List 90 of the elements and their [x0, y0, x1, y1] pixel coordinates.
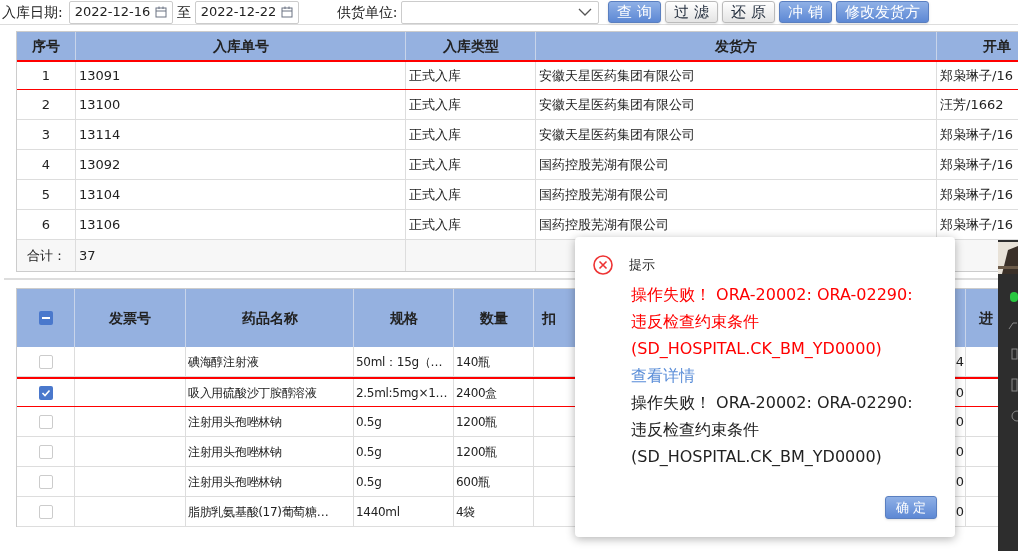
supplier-dropdown[interactable] — [401, 0, 600, 24]
table-cell-text: 0 — [955, 472, 964, 491]
table-cell: 注射用头孢唑林钠 — [186, 407, 354, 436]
table-cell: 13100 — [76, 90, 406, 119]
table-cell: 汪芳/1662 — [937, 90, 1018, 119]
column-header: 药品名称 — [186, 289, 354, 347]
table-cell: 6 — [17, 210, 76, 239]
table-cell: 13106 — [76, 210, 406, 239]
table-cell-text: 0 — [955, 442, 964, 461]
total-label: 合计： — [17, 240, 76, 271]
checkbox[interactable] — [38, 444, 53, 459]
table-cell: 1440ml — [354, 497, 454, 526]
table-cell: 4袋 — [454, 497, 534, 526]
table-cell: 4 — [17, 150, 76, 179]
toolbar-button[interactable]: 过 滤 — [665, 1, 718, 23]
date-field[interactable]: 2022-12-22 — [194, 0, 299, 24]
date-separator: 至 — [176, 2, 191, 22]
table-cell-text: 0 — [955, 412, 964, 431]
table-cell: 正式入库 — [406, 62, 536, 89]
table-cell: 正式入库 — [406, 210, 536, 239]
table-cell: 13092 — [76, 150, 406, 179]
table-cell: 郑枭琳子/16 — [937, 150, 1018, 179]
table-cell: 3 — [17, 120, 76, 149]
table-cell-text: 0 — [955, 383, 964, 402]
checkbox[interactable] — [38, 385, 53, 400]
error-icon — [593, 255, 613, 275]
date-label: 入库日期: — [2, 2, 63, 22]
table-cell: 安徽天星医药集团有限公司 — [536, 62, 937, 89]
table-cell: 2400盒 — [454, 379, 534, 406]
square-icon[interactable] — [1008, 348, 1018, 360]
table-row[interactable]: 1 13091 正式入库 安徽天星医药集团有限公司 郑枭琳子/16 — [17, 60, 1018, 90]
column-header: 入库类型 — [406, 32, 536, 60]
table-cell: 50ml：15g（… — [354, 347, 454, 376]
table-cell: 郑枭琳子/16 — [937, 62, 1018, 89]
table-cell: 注射用头孢唑林钠 — [186, 467, 354, 496]
table-cell: 13104 — [76, 180, 406, 209]
table-row[interactable]: 3 13114 正式入库 安徽天星医药集团有限公司 郑枭琳子/16 — [17, 120, 1018, 150]
table-cell: 13114 — [76, 120, 406, 149]
toolbar-button[interactable]: 还 原 — [722, 1, 775, 23]
table-cell: 140瓶 — [454, 347, 534, 376]
calendar-icon[interactable] — [154, 6, 167, 18]
table-cell: 正式入库 — [406, 90, 536, 119]
table-row[interactable]: 5 13104 正式入库 国药控股芜湖有限公司 郑枭琳子/16 — [17, 180, 1018, 210]
table-cell: 1200瓶 — [454, 407, 534, 436]
chevron-down-icon — [578, 8, 593, 16]
column-header: 开单 — [937, 32, 1018, 60]
check-icon — [40, 387, 51, 398]
table-cell: 2 — [17, 90, 76, 119]
table-cell: 安徽天星医药集团有限公司 — [536, 120, 937, 149]
table-cell: 600瓶 — [454, 467, 534, 496]
calendar-icon[interactable] — [280, 6, 293, 18]
checkbox[interactable] — [38, 504, 53, 519]
table-row[interactable]: 2 13100 正式入库 安徽天星医药集团有限公司 汪芳/1662 — [17, 90, 1018, 120]
column-header: 入库单号 — [76, 32, 406, 60]
table-cell: 国药控股芜湖有限公司 — [536, 150, 937, 179]
table-cell: 吸入用硫酸沙丁胺醇溶液 — [186, 379, 354, 406]
column-header: 规格 — [354, 289, 454, 347]
table-cell: 郑枭琳子/16 — [937, 180, 1018, 209]
total-value: 37 — [76, 240, 406, 271]
table-cell: 2.5ml:5mg×1… — [354, 379, 454, 406]
table-cell: 0.5g — [354, 407, 454, 436]
table-cell-text: 0 — [955, 502, 964, 521]
table-cell: 1200瓶 — [454, 437, 534, 466]
table-cell: 13091 — [76, 62, 406, 89]
table-cell: 正式入库 — [406, 180, 536, 209]
table-cell: 0.5g — [354, 467, 454, 496]
checkbox[interactable] — [38, 354, 53, 369]
supplier-label: 供货单位: — [336, 2, 398, 22]
checkbox[interactable] — [38, 414, 53, 429]
table-cell: 5 — [17, 180, 76, 209]
table-cell: 正式入库 — [406, 120, 536, 149]
table-cell: 1 — [17, 62, 76, 89]
table-row[interactable]: 4 13092 正式入库 国药控股芜湖有限公司 郑枭琳子/16 — [17, 150, 1018, 180]
table-cell: 国药控股芜湖有限公司 — [536, 180, 937, 209]
column-header: 发票号 — [75, 289, 186, 347]
column-header: 序号 — [17, 32, 76, 60]
table-cell: 0.5g — [354, 437, 454, 466]
table-cell: 郑枭琳子/16 — [937, 120, 1018, 149]
column-header: 数量 — [454, 289, 534, 347]
table-cell: 脂肪乳氨基酸(17)葡萄糖… — [186, 497, 354, 526]
table-cell: 碘海醇注射液 — [186, 347, 354, 376]
column-header: 发货方 — [536, 32, 937, 60]
date-field[interactable]: 2022-12-16 — [68, 0, 173, 24]
dialog-title: 提示 — [629, 256, 655, 275]
table-cell: 正式入库 — [406, 150, 536, 179]
table-cell: 安徽天星医药集团有限公司 — [536, 90, 937, 119]
table-cell-text: 4 — [955, 352, 964, 371]
table-cell: 注射用头孢唑林钠 — [186, 437, 354, 466]
checkbox[interactable] — [38, 474, 53, 489]
checkbox[interactable] — [38, 311, 53, 325]
